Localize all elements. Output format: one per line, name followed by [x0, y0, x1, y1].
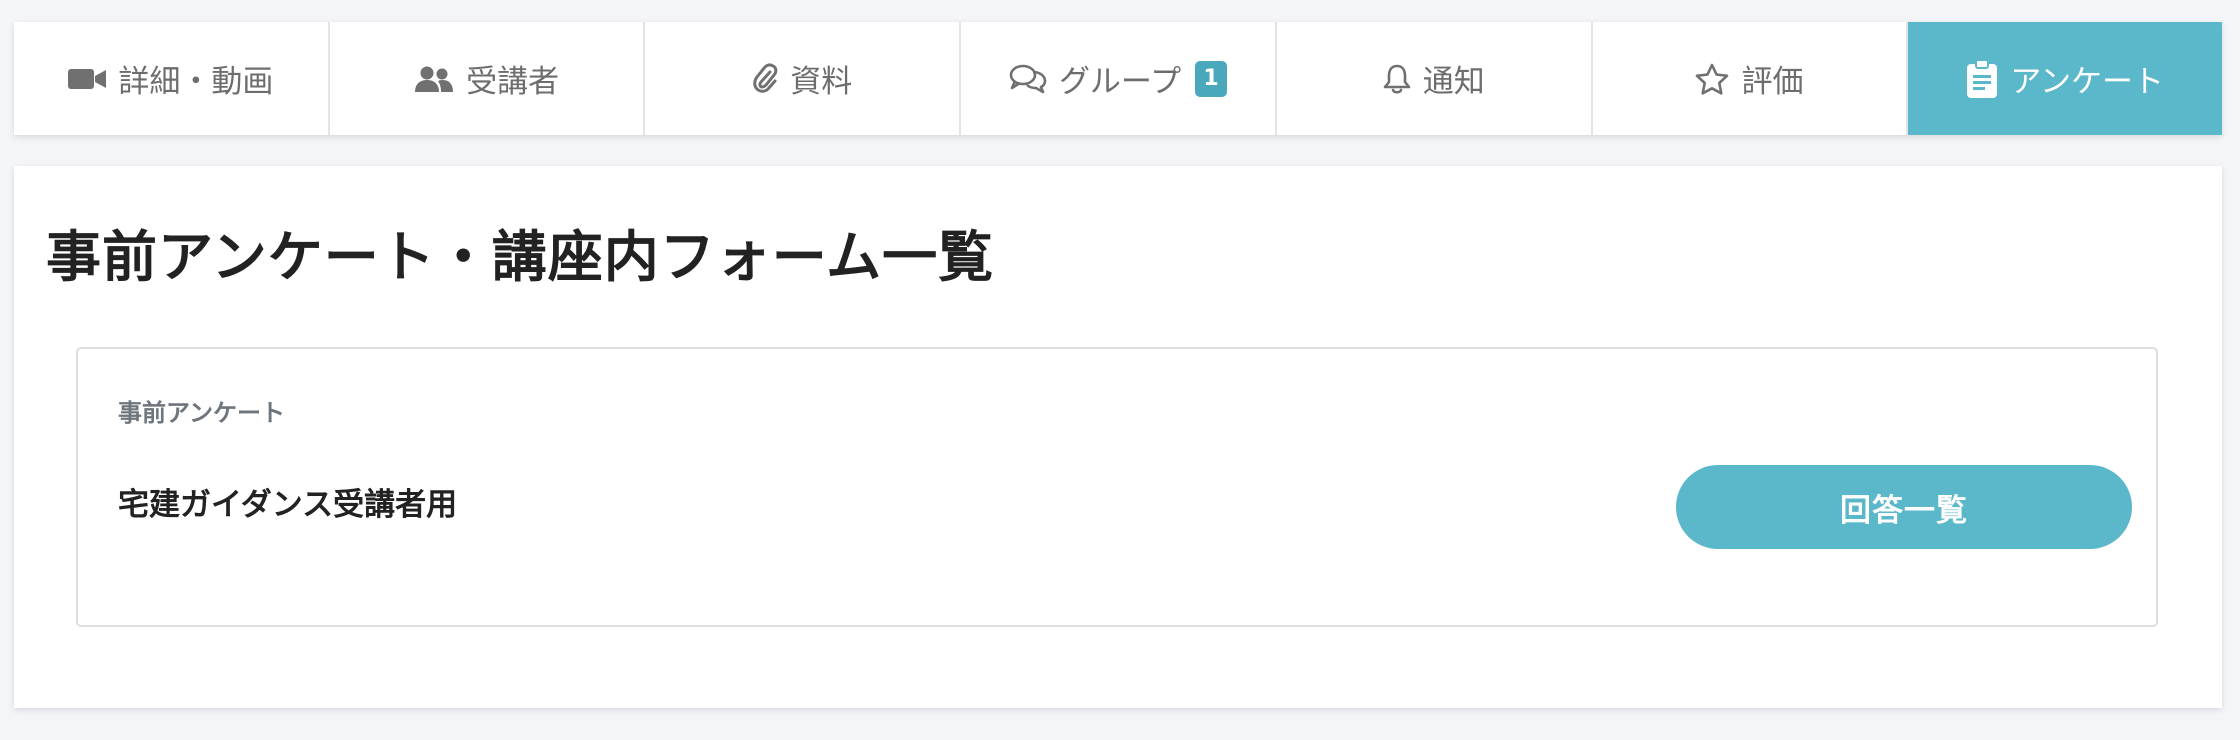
survey-category-label: 事前アンケート — [118, 399, 286, 427]
tab-materials[interactable]: 資料 — [645, 22, 962, 135]
tab-label: 詳細・動画 — [118, 64, 274, 100]
survey-panel: 事前アンケート・講座内フォーム一覧 事前アンケート 宅建ガイダンス受講者用 回答… — [14, 166, 2222, 708]
users-icon — [414, 65, 454, 93]
chat-bubbles-icon — [1009, 64, 1047, 94]
tab-notifications[interactable]: 通知 — [1277, 22, 1593, 135]
survey-card: 事前アンケート 宅建ガイダンス受講者用 回答一覧 — [76, 347, 2158, 627]
bell-icon — [1383, 63, 1411, 95]
page-title: 事前アンケート・講座内フォーム一覧 — [46, 225, 995, 289]
video-camera-icon — [68, 66, 107, 92]
tab-label: グループ — [1058, 64, 1182, 100]
tab-label: 評価 — [1741, 64, 1804, 100]
tab-ratings[interactable]: 評価 — [1593, 22, 1909, 135]
answer-list-button[interactable]: 回答一覧 — [1676, 465, 2132, 549]
tab-group[interactable]: グループ 1 — [961, 22, 1277, 135]
tab-label: 資料 — [790, 64, 853, 100]
tab-label: 通知 — [1422, 64, 1485, 100]
clipboard-icon — [1966, 58, 1998, 99]
star-icon — [1695, 63, 1729, 95]
tab-label: 受講者 — [466, 64, 560, 100]
unread-count-badge: 1 — [1195, 60, 1228, 97]
tab-survey[interactable]: アンケート — [1908, 22, 2223, 135]
tab-bar: 詳細・動画 受講者 資料 グループ 1 通知 評価 アンケート — [14, 22, 2223, 135]
survey-name: 宅建ガイダンス受講者用 — [118, 487, 458, 523]
tab-details-video[interactable]: 詳細・動画 — [14, 22, 330, 135]
tab-label: アンケート — [2010, 64, 2165, 100]
tab-participants[interactable]: 受講者 — [330, 22, 646, 135]
paperclip-icon — [752, 62, 778, 95]
